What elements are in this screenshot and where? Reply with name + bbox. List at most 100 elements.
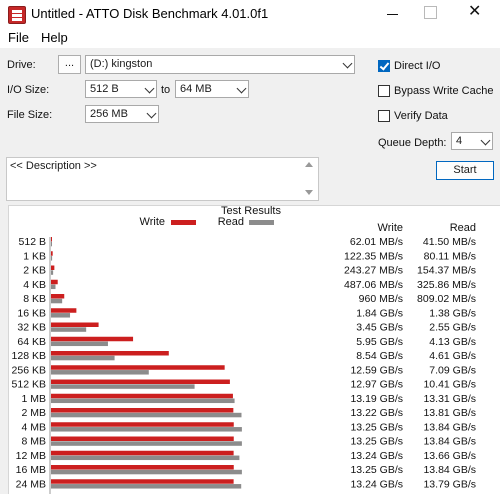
read-bar [51,298,63,304]
write-value-label: 1.84 GB/s [356,307,403,319]
write-value-label: 487.06 MB/s [344,279,403,291]
write-bar [51,422,234,427]
read-value-label: 13.81 GB/s [423,407,476,419]
write-value-label: 62.01 MB/s [350,236,403,248]
write-value-label: 13.22 GB/s [350,407,403,419]
tick-label: 8 MB [21,436,46,448]
write-value-label: 13.24 GB/s [350,450,403,462]
write-bar [51,436,234,441]
write-value-label: 122.35 MB/s [344,250,403,262]
close-button[interactable]: ✕ [468,2,481,22]
read-bar [51,270,54,275]
read-bar [51,384,195,389]
write-value-label: 5.95 GB/s [356,336,403,348]
tick-label: 64 KB [17,336,46,348]
write-value-label: 8.54 GB/s [356,350,403,362]
drive-select[interactable]: (D:) kingston [85,55,355,74]
drive-select-value: (D:) kingston [90,58,153,70]
write-value-label: 13.25 GB/s [350,421,403,433]
io-size-label: I/O Size: [7,84,50,96]
write-bar [51,336,134,342]
chevron-down-icon [342,58,353,69]
write-value-label: 13.24 GB/s [350,478,403,490]
write-bar [51,279,58,285]
read-bar [51,241,52,247]
read-bar [51,284,56,290]
description-textbox[interactable]: << Description >> [6,157,319,201]
read-value-label: 1.38 GB/s [429,307,476,319]
queue-depth-select[interactable]: 4 [451,132,493,150]
read-bar [51,256,53,261]
io-size-to-label: to [161,84,171,96]
write-bar [51,408,234,413]
bypass-write-cache-checkbox[interactable] [378,85,390,97]
read-bar [51,484,242,489]
tick-label: 24 MB [16,478,46,490]
scroll-down-icon[interactable] [305,190,313,195]
read-value-label: 7.09 GB/s [429,364,476,376]
write-bar [51,251,53,256]
write-bar [51,450,234,456]
read-value-label: 2.55 GB/s [429,322,476,334]
tick-label: 32 KB [17,322,46,334]
read-value-label: 13.79 GB/s [423,478,476,490]
tick-label: 1 MB [21,393,46,405]
io-size-to-select[interactable]: 64 MB [175,80,249,98]
write-bar [51,393,233,399]
chevron-down-icon [144,83,155,94]
start-button[interactable]: Start [436,161,494,180]
tick-label: 1 KB [23,250,46,262]
verify-data-label: Verify Data [394,110,448,122]
tick-label: 512 KB [12,379,46,391]
tick-label: 4 KB [23,279,46,291]
read-bar [51,313,71,318]
menu-help[interactable]: Help [41,30,68,45]
tick-label: 4 MB [21,421,46,433]
menu-file[interactable]: File [8,30,29,45]
write-bar [51,308,77,313]
tick-label: 512 B [19,236,46,248]
write-value-label: 3.45 GB/s [356,322,403,334]
write-value-label: 13.25 GB/s [350,464,403,476]
verify-data-checkbox[interactable] [378,110,390,122]
column-header-read: Read [450,222,476,234]
read-value-label: 154.37 MB/s [417,265,476,277]
read-value-label: 80.11 MB/s [424,250,476,262]
read-bar [51,441,242,446]
scroll-up-icon[interactable] [305,162,313,167]
write-bar [51,479,234,484]
read-bar [51,398,235,404]
write-bar [51,379,230,384]
io-size-to-value: 64 MB [180,83,212,95]
write-value-label: 12.97 GB/s [350,379,403,391]
direct-io-label: Direct I/O [394,60,441,72]
bypass-write-cache-label: Bypass Write Cache [394,85,494,97]
legend-read-label: Read [218,216,244,228]
write-value-label: 243.27 MB/s [344,265,403,277]
minimize-button[interactable] [383,4,403,24]
read-value-label: 13.66 GB/s [423,450,476,462]
tick-label: 12 MB [16,450,46,462]
results-chart: Test ResultsWrite Read Write Read512 B 62.01… [12,205,476,494]
read-value-label: 13.84 GB/s [423,436,476,448]
column-header-write: Write [378,222,403,234]
read-value-label: 325.86 MB/s [417,279,476,291]
legend-read-swatch [249,220,274,225]
read-bar [51,327,87,332]
legend-write-swatch [171,220,196,225]
file-size-value: 256 MB [90,108,128,120]
drive-browse-button[interactable]: ... [58,55,81,74]
maximize-button[interactable] [424,6,437,19]
file-size-label: File Size: [7,109,53,121]
write-bar [51,351,169,356]
tick-label: 8 KB [23,293,46,305]
file-size-select[interactable]: 256 MB [85,105,159,123]
write-bar [51,465,234,470]
read-value-label: 809.02 MB/s [417,293,476,305]
read-bar [51,469,242,475]
io-size-from-select[interactable]: 512 B [85,80,157,98]
write-value-label: 13.25 GB/s [350,436,403,448]
window-title: Untitled - ATTO Disk Benchmark 4.01.0f1 [31,6,269,21]
direct-io-checkbox[interactable] [378,60,390,72]
read-bar [51,370,149,375]
